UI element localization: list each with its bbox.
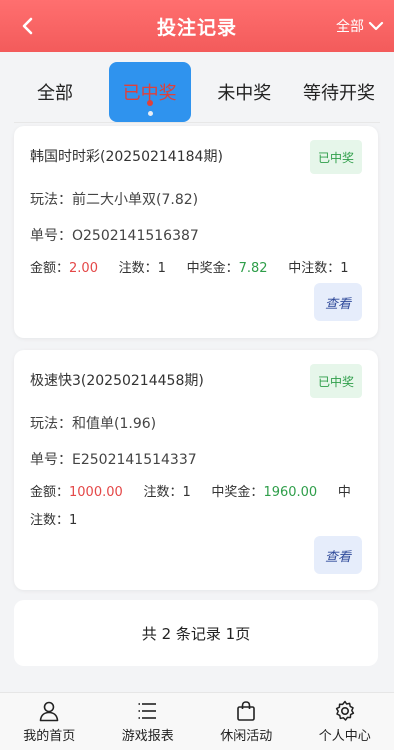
record-play: 玩法：和值单(1.96) bbox=[30, 413, 156, 433]
prize-value: 7.82 bbox=[238, 261, 268, 276]
bag-icon bbox=[237, 701, 256, 721]
amount-label: 金额： bbox=[30, 261, 70, 276]
count-label: 注数： bbox=[118, 261, 158, 276]
gear-icon bbox=[335, 700, 354, 721]
amount-value: 2.00 bbox=[69, 261, 98, 276]
tab-all[interactable]: 全部 bbox=[14, 62, 96, 122]
prize-label: 中奖金： bbox=[211, 485, 264, 500]
nav-label: 休闲活动 bbox=[220, 729, 273, 744]
record-order: 单号：E2502141514337 bbox=[30, 449, 197, 469]
record-card: 韩国时时彩(20250214184期) 已中奖 玩法：前二大小单双(7.82) … bbox=[14, 126, 378, 338]
record-order: 单号：O2502141516387 bbox=[30, 225, 199, 245]
page-title: 投注记录 bbox=[156, 16, 237, 39]
status-tabs: 全部 已中奖 未中奖 等待开奖 bbox=[14, 62, 380, 126]
filter-label: 全部 bbox=[336, 19, 364, 35]
tab-lost[interactable]: 未中奖 bbox=[203, 62, 286, 122]
amount-value: 1000.00 bbox=[69, 485, 123, 500]
nav-label: 个人中心 bbox=[318, 729, 371, 744]
tab-label: 等待开奖 bbox=[302, 83, 375, 104]
order-label: 单号： bbox=[30, 228, 72, 244]
tab-won[interactable]: 已中奖 bbox=[108, 62, 191, 122]
chevron-down-icon bbox=[368, 21, 384, 31]
view-button[interactable]: 查看 bbox=[314, 536, 362, 574]
count-label: 注数： bbox=[143, 485, 183, 500]
nav-activities[interactable]: 休闲活动 bbox=[201, 699, 291, 744]
nav-label: 游戏报表 bbox=[121, 729, 174, 744]
status-badge: 已中奖 bbox=[310, 140, 362, 174]
nav-profile[interactable]: 个人中心 bbox=[300, 699, 390, 744]
back-button[interactable] bbox=[14, 12, 42, 40]
person-icon bbox=[39, 701, 59, 722]
record-title: 极速快3(20250214458期) bbox=[30, 373, 204, 389]
count-value: 1 bbox=[157, 261, 166, 276]
play-label: 玩法： bbox=[30, 416, 72, 432]
chevron-left-icon bbox=[22, 17, 33, 35]
active-mark bbox=[146, 100, 153, 106]
record-title: 韩国时时彩(20250214184期) bbox=[30, 149, 223, 165]
bottom-nav: 我的首页 游戏报表 休闲活动 个人中心 bbox=[0, 692, 394, 750]
prize-value: 1960.00 bbox=[263, 485, 318, 500]
amount-label: 金额： bbox=[30, 485, 70, 500]
record-summary: 共 2 条记录 1页 bbox=[14, 600, 378, 666]
tabs-divider bbox=[14, 122, 380, 123]
nav-label: 我的首页 bbox=[23, 729, 76, 744]
count-value: 1 bbox=[182, 485, 191, 500]
order-value: O2502141516387 bbox=[72, 228, 199, 244]
record-meta: 金额：1000.00 注数：1 中奖金：1960.00 中注数：1 bbox=[30, 479, 360, 535]
tab-label: 未中奖 bbox=[217, 83, 272, 104]
win-count-value: 1 bbox=[340, 261, 349, 276]
list-icon bbox=[138, 703, 156, 719]
order-label: 单号： bbox=[30, 452, 72, 468]
filter-dropdown[interactable]: 全部 bbox=[336, 14, 384, 38]
play-value: 和值单(1.96) bbox=[72, 416, 157, 432]
nav-home[interactable]: 我的首页 bbox=[4, 699, 94, 744]
record-card: 极速快3(20250214458期) 已中奖 玩法：和值单(1.96) 单号：E… bbox=[14, 350, 378, 590]
active-indicator bbox=[147, 111, 153, 116]
order-value: E2502141514337 bbox=[72, 452, 197, 468]
play-value: 前二大小单双(7.82) bbox=[72, 192, 199, 208]
record-play: 玩法：前二大小单双(7.82) bbox=[30, 189, 198, 209]
prize-label: 中奖金： bbox=[186, 261, 239, 276]
view-button[interactable]: 查看 bbox=[314, 283, 362, 321]
tab-pending[interactable]: 等待开奖 bbox=[297, 62, 380, 122]
play-label: 玩法： bbox=[30, 192, 72, 208]
win-count-label: 中注数： bbox=[288, 261, 341, 276]
win-count-value: 1 bbox=[69, 513, 78, 528]
header-bar: 投注记录 全部 bbox=[0, 0, 394, 52]
nav-reports[interactable]: 游戏报表 bbox=[103, 699, 193, 744]
record-meta: 金额：2.00 注数：1 中奖金：7.82 中注数：1 bbox=[30, 255, 349, 283]
tab-label: 全部 bbox=[37, 83, 73, 104]
status-badge: 已中奖 bbox=[310, 364, 362, 398]
